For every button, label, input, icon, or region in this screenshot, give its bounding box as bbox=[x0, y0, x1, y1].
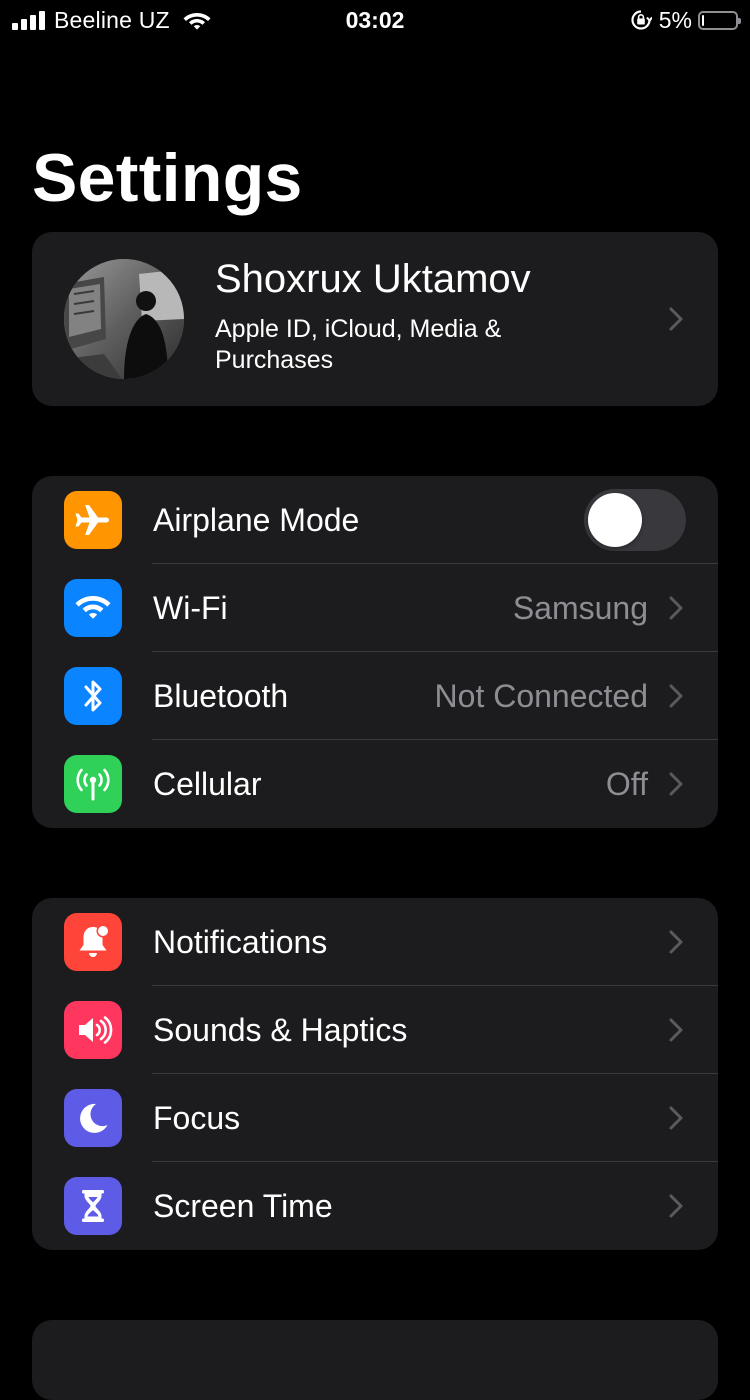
bluetooth-label: Bluetooth bbox=[153, 678, 289, 714]
chevron-right-icon bbox=[669, 930, 683, 954]
airplane-mode-toggle[interactable] bbox=[584, 489, 686, 551]
cellular-antenna-icon bbox=[64, 755, 122, 813]
chevron-right-icon bbox=[669, 684, 683, 708]
airplane-mode-row: Airplane Mode bbox=[32, 476, 718, 564]
bell-icon bbox=[64, 913, 122, 971]
chevron-right-icon bbox=[669, 1018, 683, 1042]
profile-subtitle: Apple ID, iCloud, Media & Purchases bbox=[215, 315, 502, 374]
connectivity-settings-group: Airplane Mode Wi-Fi Samsung Bluetooth No… bbox=[32, 476, 718, 828]
page-title: Settings bbox=[32, 140, 303, 216]
rotation-lock-icon bbox=[631, 10, 652, 30]
status-bar-right: 5% bbox=[630, 6, 741, 34]
focus-label: Focus bbox=[153, 1100, 241, 1136]
speaker-icon bbox=[64, 1001, 122, 1059]
hourglass-icon bbox=[64, 1177, 122, 1235]
cellular-value: Off bbox=[605, 766, 648, 802]
notifications-row[interactable]: Notifications bbox=[32, 898, 718, 986]
moon-icon bbox=[64, 1089, 122, 1147]
wifi-label: Wi-Fi bbox=[153, 590, 228, 626]
chevron-right-icon bbox=[669, 1194, 683, 1218]
next-settings-group bbox=[32, 1320, 718, 1400]
battery-icon bbox=[698, 10, 741, 30]
airplane-mode-label: Airplane Mode bbox=[153, 502, 360, 538]
airplane-icon bbox=[64, 491, 122, 549]
focus-row[interactable]: Focus bbox=[32, 1074, 718, 1162]
apple-id-profile-card[interactable]: Shoxrux Uktamov Apple ID, iCloud, Media … bbox=[32, 232, 718, 406]
cellular-label: Cellular bbox=[153, 766, 262, 802]
screen-time-label: Screen Time bbox=[153, 1188, 333, 1224]
bluetooth-value: Not Connected bbox=[434, 678, 648, 714]
bluetooth-row[interactable]: Bluetooth Not Connected bbox=[32, 652, 718, 740]
wifi-value: Samsung bbox=[512, 590, 648, 626]
notifications-label: Notifications bbox=[153, 924, 328, 960]
chevron-right-icon bbox=[669, 596, 683, 620]
battery-level-fill bbox=[702, 14, 704, 26]
cellular-row[interactable]: Cellular Off bbox=[32, 740, 718, 828]
wifi-icon bbox=[64, 579, 122, 637]
wifi-row[interactable]: Wi-Fi Samsung bbox=[32, 564, 718, 652]
alerts-settings-group: Notifications Sounds & Haptics Focus Scr… bbox=[32, 898, 718, 1250]
chevron-right-icon bbox=[669, 1106, 683, 1130]
bluetooth-icon bbox=[64, 667, 122, 725]
battery-percent: 5% bbox=[658, 6, 692, 33]
toggle-knob bbox=[588, 493, 642, 547]
chevron-right-icon bbox=[669, 772, 683, 796]
status-bar: Beeline UZ 03:02 5% bbox=[0, 0, 750, 40]
sounds-haptics-label: Sounds & Haptics bbox=[153, 1012, 408, 1048]
chevron-right-icon bbox=[669, 307, 683, 331]
screen-time-row[interactable]: Screen Time bbox=[32, 1162, 718, 1250]
avatar bbox=[64, 259, 184, 379]
profile-name: Shoxrux Uktamov bbox=[215, 257, 531, 301]
sounds-haptics-row[interactable]: Sounds & Haptics bbox=[32, 986, 718, 1074]
